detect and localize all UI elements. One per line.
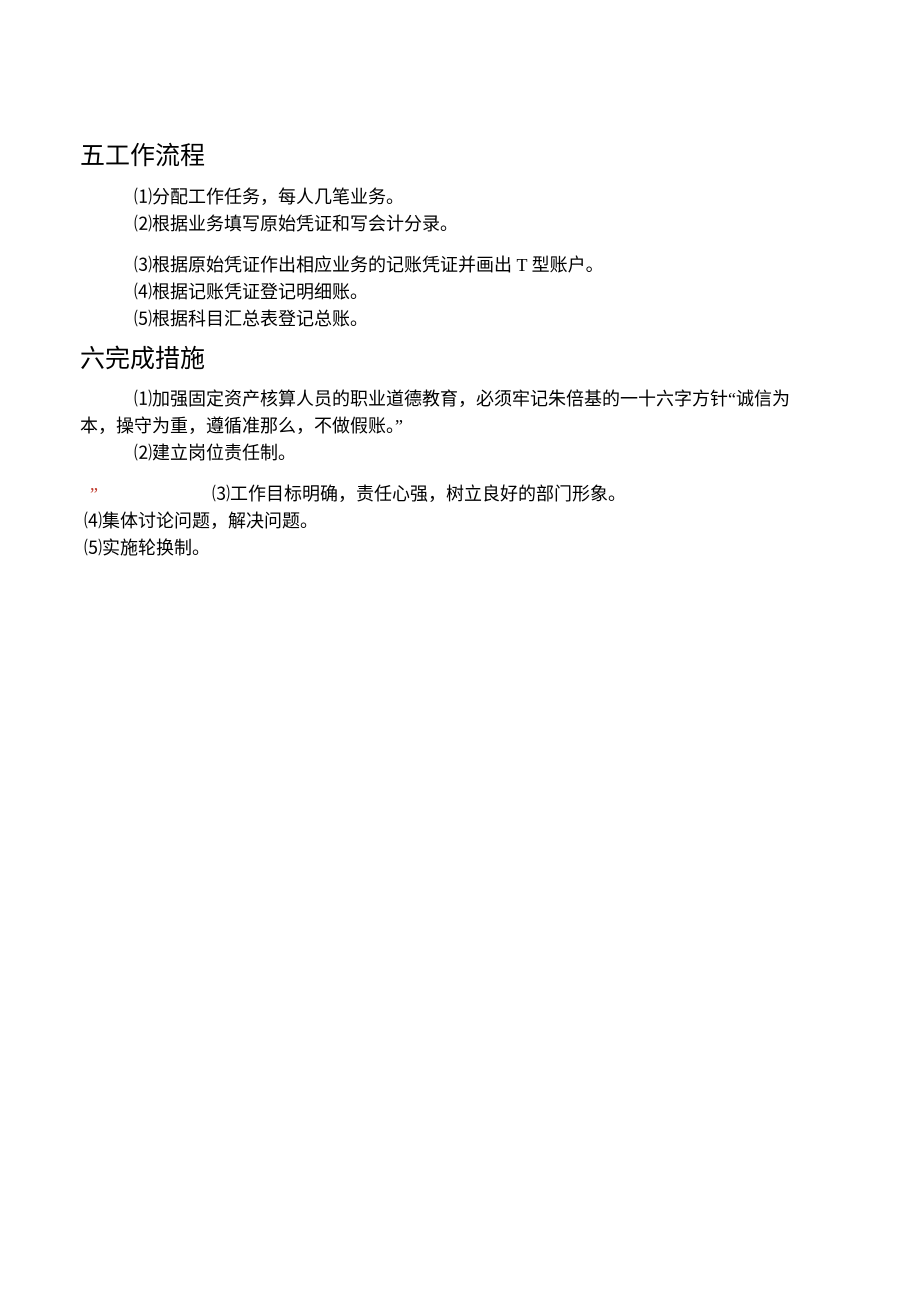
section-6-item-1-line-1: ⑴加强固定资产核算人员的职业道德教育，必须牢记朱倍基的一十六字方针“诚信为	[80, 386, 840, 413]
spacer	[80, 238, 840, 252]
section-5-item-5: ⑸根据科目汇总表登记总账。	[80, 306, 840, 333]
section-6-item-2: ⑵建立岗位责任制。	[80, 440, 840, 467]
section-6-item-3-row: ” ⑶工作目标明确，责任心强，树立良好的部门形象。	[80, 481, 840, 508]
section-5-heading: 五工作流程	[80, 138, 840, 176]
section-5-item-3: ⑶根据原始凭证作出相应业务的记账凭证并画出 T 型账户。	[80, 252, 840, 279]
section-6-item-5: ⑸实施轮换制。	[80, 535, 840, 562]
section-6-item-3: ⑶工作目标明确，责任心强，树立良好的部门形象。	[212, 484, 626, 504]
stray-quote-mark: ”	[90, 481, 98, 508]
section-5-item-2: ⑵根据业务填写原始凭证和写会计分录。	[80, 211, 840, 238]
section-6-item-1-line-2: 本，操守为重，遵循准那么，不做假账。”	[80, 413, 840, 440]
section-5-item-1: ⑴分配工作任务，每人几笔业务。	[80, 184, 840, 211]
section-6-heading: 六完成措施	[80, 341, 840, 379]
section-5-item-4: ⑷根据记账凭证登记明细账。	[80, 279, 840, 306]
section-6-item-4: ⑷集体讨论问题，解决问题。	[80, 508, 840, 535]
spacer	[80, 467, 840, 481]
